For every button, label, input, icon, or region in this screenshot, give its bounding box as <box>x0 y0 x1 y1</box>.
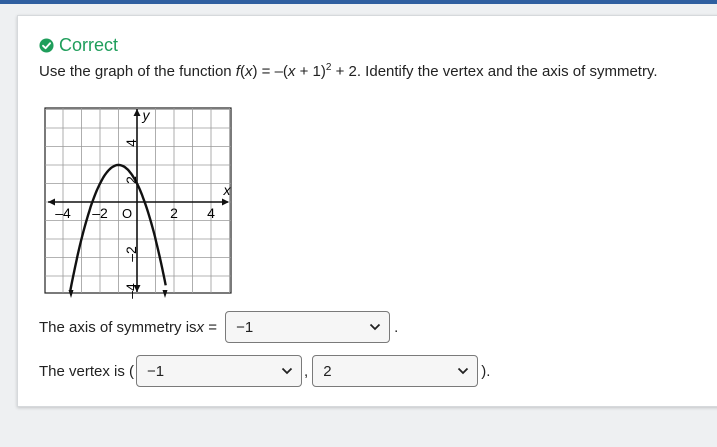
question-card: Correct Use the graph of the function f(… <box>17 15 717 407</box>
vertex-line: The vertex is ( −1 , 2 ). <box>39 355 490 387</box>
origin-label: O <box>122 206 132 221</box>
y-tick-label: 2 <box>123 176 139 184</box>
curve-right-arrow-icon <box>162 290 168 298</box>
chevron-down-icon <box>281 367 293 375</box>
vertex-suffix: ). <box>481 362 491 380</box>
vertex-x-select[interactable]: −1 <box>136 355 303 387</box>
x-tick-label: –4 <box>55 205 71 221</box>
function-graph: x y –4 –2 2 4 O 4 2 –2 –4 <box>44 107 232 299</box>
axis-selected-value: −1 <box>236 318 254 336</box>
chevron-down-icon <box>458 367 469 375</box>
vertex-prefix: The vertex is ( <box>39 362 135 380</box>
axis-prefix: The axis of symmetry is <box>39 318 197 336</box>
axis-equals: = <box>204 318 222 336</box>
x-axis-label: x <box>223 182 232 198</box>
axis-suffix: . <box>394 318 399 336</box>
function-name: f <box>235 63 240 80</box>
question-prefix: Use the graph of the function <box>39 63 236 80</box>
y-axis-label: y <box>142 107 151 123</box>
x-tick-label: 4 <box>207 205 215 221</box>
axis-of-symmetry-select[interactable]: −1 <box>225 311 391 343</box>
function-arg: x <box>244 63 253 80</box>
graph-frame <box>44 107 232 294</box>
y-tick-label: 4 <box>123 139 139 147</box>
inner-rest: + 1) <box>295 63 326 80</box>
vertex-x-selected-value: −1 <box>147 362 165 380</box>
x-tick-label: –2 <box>92 205 108 221</box>
vertex-comma: , <box>304 362 309 380</box>
x-tick-label: 2 <box>170 205 178 221</box>
status-label: Correct <box>59 35 119 55</box>
question-suffix: + 2. Identify the vertex and the axis of… <box>331 63 658 80</box>
check-circle-icon <box>39 38 54 53</box>
chevron-down-icon <box>370 323 381 331</box>
vertex-y-select[interactable]: 2 <box>312 355 479 387</box>
top-accent-bar <box>0 0 717 4</box>
question-equals: = –( <box>257 63 288 80</box>
curve-left-arrow-icon <box>68 290 74 298</box>
axis-of-symmetry-line: The axis of symmetry is x = −1 . <box>39 311 398 343</box>
y-tick-label: –2 <box>123 246 139 262</box>
status-correct: Correct <box>39 35 118 56</box>
question-text: Use the graph of the function f(x) = –(x… <box>39 62 658 80</box>
vertex-y-selected-value: 2 <box>323 362 332 380</box>
axis-var: x <box>196 318 205 336</box>
y-tick-label: –4 <box>123 283 139 299</box>
